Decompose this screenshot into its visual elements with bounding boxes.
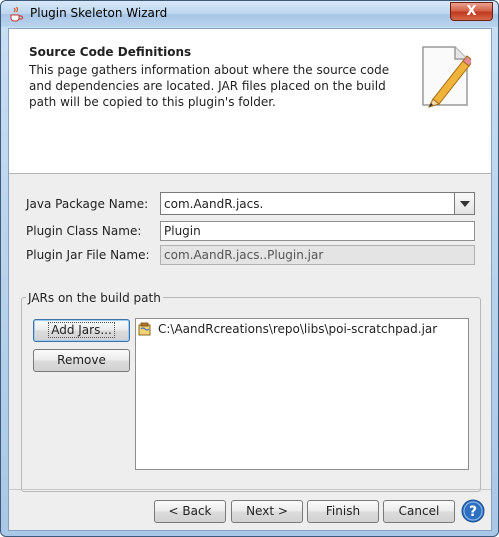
jar-list[interactable]: C:\AandRcreations\repo\libs\poi-scratchp… (135, 318, 469, 470)
footer-separator (9, 489, 491, 490)
jar-name-field: com.AandR.jacs..Plugin.jar (160, 245, 475, 265)
back-button[interactable]: < Back (154, 500, 226, 523)
package-label: Java Package Name: (26, 197, 149, 211)
java-coffee-icon (10, 6, 23, 22)
add-jars-label: Add Jars... (48, 322, 115, 338)
close-button[interactable]: X (450, 2, 493, 21)
wizard-client-area: Source Code Definitions This page gather… (8, 28, 492, 531)
title-bar[interactable]: Plugin Skeleton Wizard X (1, 1, 498, 27)
class-name-field[interactable]: Plugin (160, 221, 475, 241)
remove-button[interactable]: Remove (33, 349, 130, 372)
next-button[interactable]: Next > (231, 500, 303, 523)
package-value[interactable]: com.AandR.jacs. (164, 197, 263, 211)
cancel-button[interactable]: Cancel (383, 500, 455, 523)
add-jars-button[interactable]: Add Jars... (33, 319, 130, 342)
svg-text:?: ? (469, 504, 477, 520)
window-title: Plugin Skeleton Wizard (30, 6, 168, 20)
jar-path: C:\AandRcreations\repo\libs\poi-scratchp… (158, 322, 438, 336)
class-label: Plugin Class Name: (26, 224, 142, 238)
list-item[interactable]: C:\AandRcreations\repo\libs\poi-scratchp… (138, 321, 437, 337)
package-combobox[interactable]: com.AandR.jacs. (160, 192, 475, 215)
wizard-window: Plugin Skeleton Wizard X Source Code Def… (0, 0, 499, 537)
finish-button[interactable]: Finish (307, 500, 379, 523)
wizard-header: Source Code Definitions This page gather… (9, 29, 491, 174)
chevron-down-icon[interactable] (454, 193, 474, 214)
help-icon[interactable]: ? (461, 499, 485, 523)
jar-icon (138, 322, 151, 336)
page-title: Source Code Definitions (29, 45, 192, 59)
pencil-paper-icon (422, 46, 471, 108)
page-description: This page gathers information about wher… (29, 63, 390, 109)
jar-name-label: Plugin Jar File Name: (26, 248, 150, 262)
build-path-group-title: JARs on the build path (26, 291, 163, 305)
